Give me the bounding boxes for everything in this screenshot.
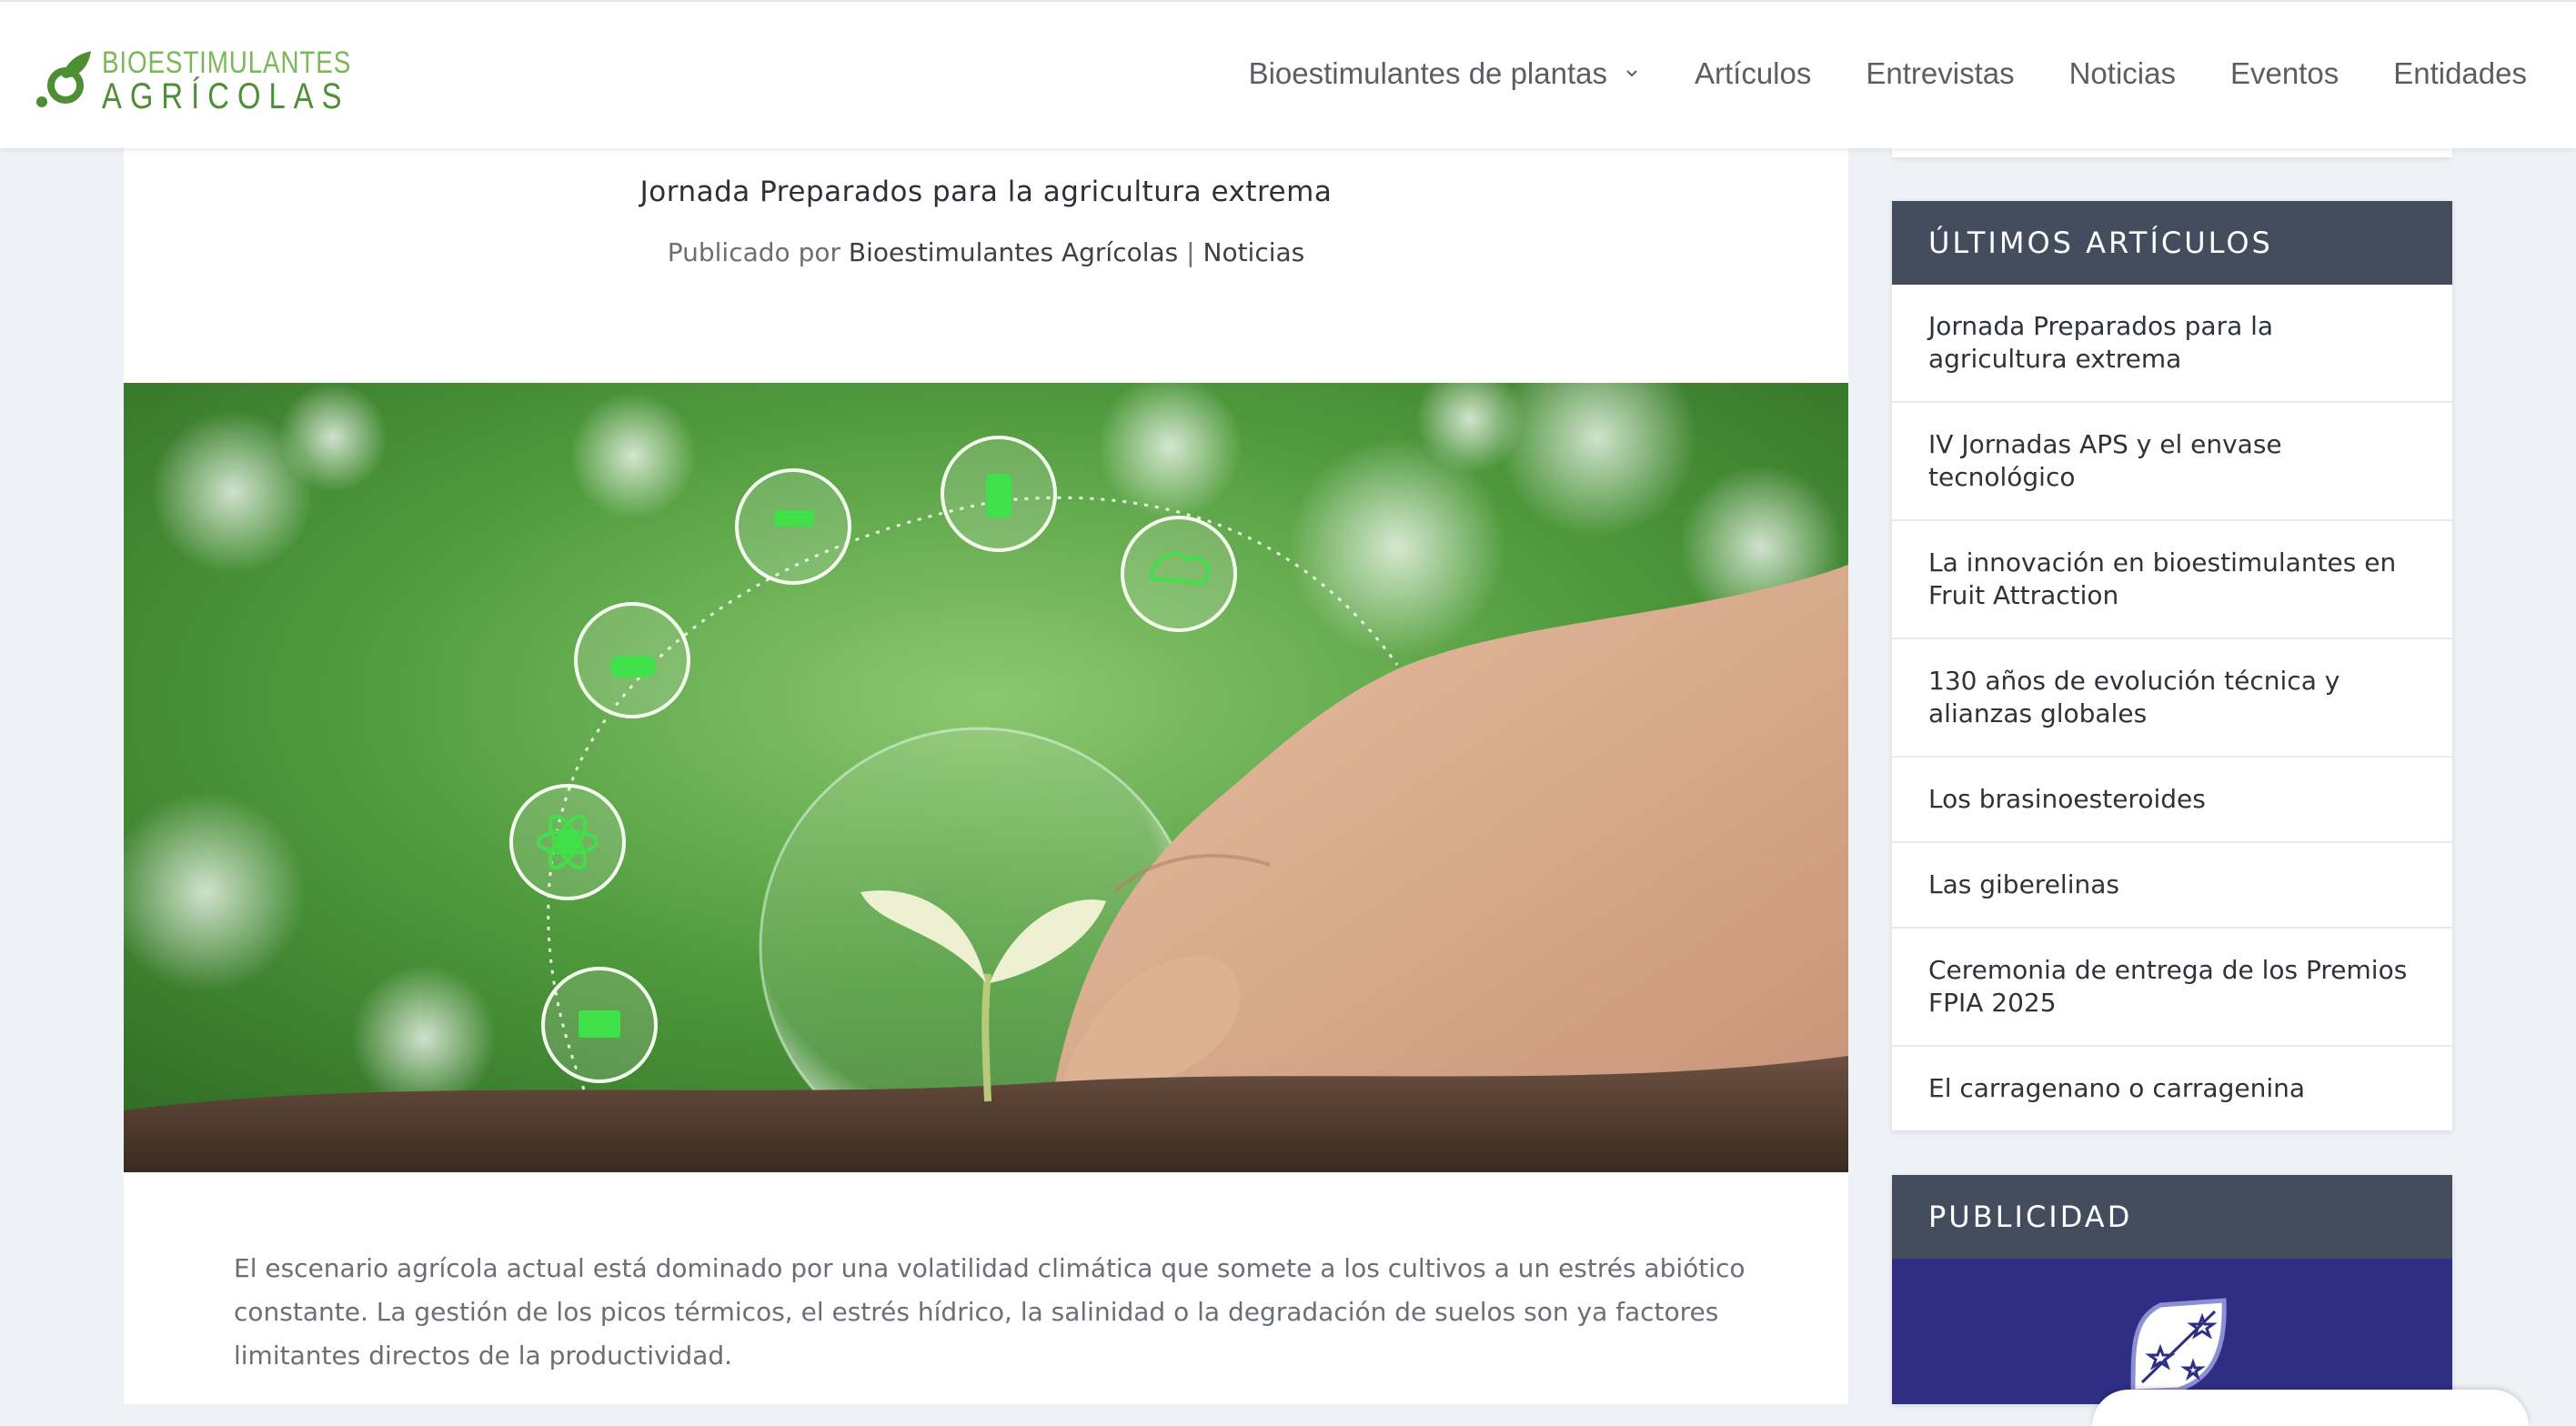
- ad-widget: PUBLICIDAD: [1892, 1175, 2452, 1404]
- nav-item-entidades[interactable]: Entidades: [2393, 56, 2527, 91]
- author-link[interactable]: Bioestimulantes Agrícolas: [849, 237, 1178, 267]
- leaf-logo-icon: [36, 51, 91, 107]
- stars-leaf-icon: [2130, 1298, 2227, 1394]
- nav-item-eventos[interactable]: Eventos: [2230, 56, 2339, 91]
- nav-item-bioestimulantes[interactable]: Bioestimulantes de plantas: [1249, 56, 1640, 91]
- main-nav: Bioestimulantes de plantas Artículos Ent…: [1194, 56, 2527, 91]
- chat-widget-edge[interactable]: [2092, 1390, 2529, 1426]
- article-card: Jornada Preparados para la agricultura e…: [124, 146, 1848, 1404]
- latest-articles-widget: ÚLTIMOS ARTÍCULOS Jornada Preparados par…: [1892, 201, 2452, 1130]
- latest-article-link[interactable]: 130 años de evolución técnica y alianzas…: [1892, 639, 2452, 758]
- ad-banner[interactable]: [1892, 1259, 2452, 1404]
- site-logo[interactable]: BIOESTIMULANTES AGRÍCOLAS: [35, 45, 350, 116]
- site-header: BIOESTIMULANTES AGRÍCOLAS Bioestimulante…: [0, 0, 2576, 148]
- latest-article-link[interactable]: Los brasinoesteroides: [1892, 758, 2452, 843]
- nav-label: Eventos: [2229, 56, 2340, 90]
- widget-title: PUBLICIDAD: [1892, 1175, 2452, 1259]
- nav-label: Noticias: [2068, 56, 2176, 90]
- nav-item-articulos[interactable]: Artículos: [1695, 56, 1811, 91]
- post-title: Jornada Preparados para la agricultura e…: [639, 176, 1333, 208]
- post-body: El escenario agrícola actual está domina…: [234, 1253, 1746, 1371]
- seedling-hand-illustration: [124, 383, 1848, 1172]
- meta-separator: |: [1186, 237, 1195, 267]
- logo-text-bottom: AGRÍCOLAS: [102, 76, 350, 116]
- nav-label: Entrevistas: [1866, 56, 2015, 90]
- post-meta: Publicado por Bioestimulantes Agrícolas …: [124, 237, 1848, 267]
- latest-article-link[interactable]: Las giberelinas: [1892, 843, 2452, 929]
- latest-article-link[interactable]: IV Jornadas APS y el envase tecnológico: [1892, 403, 2452, 521]
- latest-article-link[interactable]: El carragenano o carragenina: [1892, 1047, 2452, 1130]
- nav-item-entrevistas[interactable]: Entrevistas: [1866, 56, 2014, 91]
- nav-label: Entidades: [2393, 56, 2527, 90]
- nav-label: Artículos: [1694, 56, 1812, 90]
- latest-article-link[interactable]: Jornada Preparados para la agricultura e…: [1892, 285, 2452, 403]
- hero-image: [124, 383, 1848, 1172]
- latest-article-link[interactable]: Ceremonia de entrega de los Premios FPIA…: [1892, 929, 2452, 1047]
- latest-article-link[interactable]: La innovación en bioestimulantes en Frui…: [1892, 521, 2452, 639]
- meta-prefix: Publicado por: [667, 237, 840, 267]
- category-link[interactable]: Noticias: [1203, 237, 1305, 267]
- chevron-down-icon: [1626, 70, 1637, 77]
- nav-item-noticias[interactable]: Noticias: [2069, 56, 2176, 91]
- nav-label: Bioestimulantes de plantas: [1248, 56, 1607, 90]
- widget-title: ÚLTIMOS ARTÍCULOS: [1892, 201, 2452, 285]
